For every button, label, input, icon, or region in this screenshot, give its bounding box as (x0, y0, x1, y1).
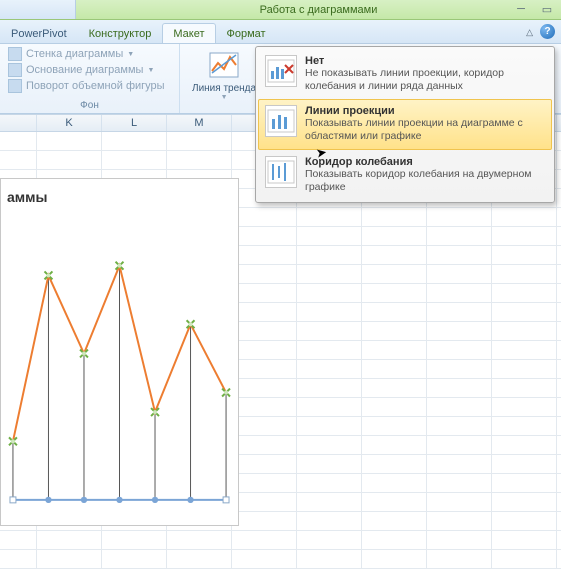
trendline-button[interactable]: Линия тренда ▼ (186, 46, 262, 101)
rotation-button[interactable]: Поворот объемной фигуры (6, 78, 173, 94)
rotation-label: Поворот объемной фигуры (26, 80, 165, 92)
chart-floor-button[interactable]: Основание диаграммы ▼ (6, 62, 173, 78)
none-icon (265, 55, 297, 87)
chart-title[interactable]: аммы (1, 179, 238, 205)
tab-format[interactable]: Формат (216, 23, 277, 43)
projection-icon (265, 105, 297, 137)
tab-designer[interactable]: Конструктор (78, 23, 163, 43)
tab-powerpivot[interactable]: PowerPivot (0, 23, 78, 43)
chart-floor-label: Основание диаграммы (26, 64, 143, 76)
tab-layout[interactable]: Макет (162, 23, 215, 43)
option-none-title: Нет (305, 55, 545, 67)
column-header-l[interactable]: L (102, 115, 167, 131)
chart-plot-area[interactable] (7, 235, 232, 515)
chart-wall-label: Стенка диаграммы (26, 48, 123, 60)
window-minimize-icon[interactable]: ─ (513, 2, 529, 16)
group-label-background: Фон (6, 100, 173, 113)
lines-option-hilo[interactable]: Коридор колебания Показывать коридор кол… (258, 150, 552, 200)
option-hilo-title: Коридор колебания (305, 156, 545, 168)
column-header-m[interactable]: M (167, 115, 232, 131)
option-hilo-desc: Показывать коридор колебания на двумерно… (305, 168, 545, 194)
trendline-label: Линия тренда (192, 83, 256, 94)
chart-wall-button[interactable]: Стенка диаграммы ▼ (6, 46, 173, 62)
option-projection-desc: Показывать линии проекции на диаграмме с… (305, 117, 545, 143)
option-projection-title: Линии проекции (305, 105, 545, 117)
chevron-down-icon: ▼ (221, 94, 228, 101)
option-none-desc: Не показывать линии проекции, коридор ко… (305, 67, 545, 93)
hilo-icon (265, 156, 297, 188)
column-header-k[interactable]: K (37, 115, 102, 131)
help-icon[interactable]: ? (540, 24, 555, 39)
ribbon-minimize-icon[interactable]: △ (526, 27, 533, 38)
embedded-chart[interactable]: аммы (0, 178, 239, 526)
chevron-down-icon: ▼ (127, 51, 134, 58)
contextual-tab-title: Работа с диаграммами (76, 0, 561, 19)
rotation-icon (8, 79, 22, 93)
chevron-down-icon: ▼ (147, 67, 154, 74)
wall-icon (8, 47, 22, 61)
window-restore-icon[interactable]: ▭ (539, 2, 555, 16)
lines-option-none[interactable]: Нет Не показывать линии проекции, коридо… (258, 49, 552, 99)
lines-option-projection[interactable]: Линии проекции Показывать линии проекции… (258, 99, 552, 149)
lines-dropdown-menu: Нет Не показывать линии проекции, коридо… (255, 46, 555, 203)
floor-icon (8, 63, 22, 77)
trendline-icon (208, 49, 240, 81)
